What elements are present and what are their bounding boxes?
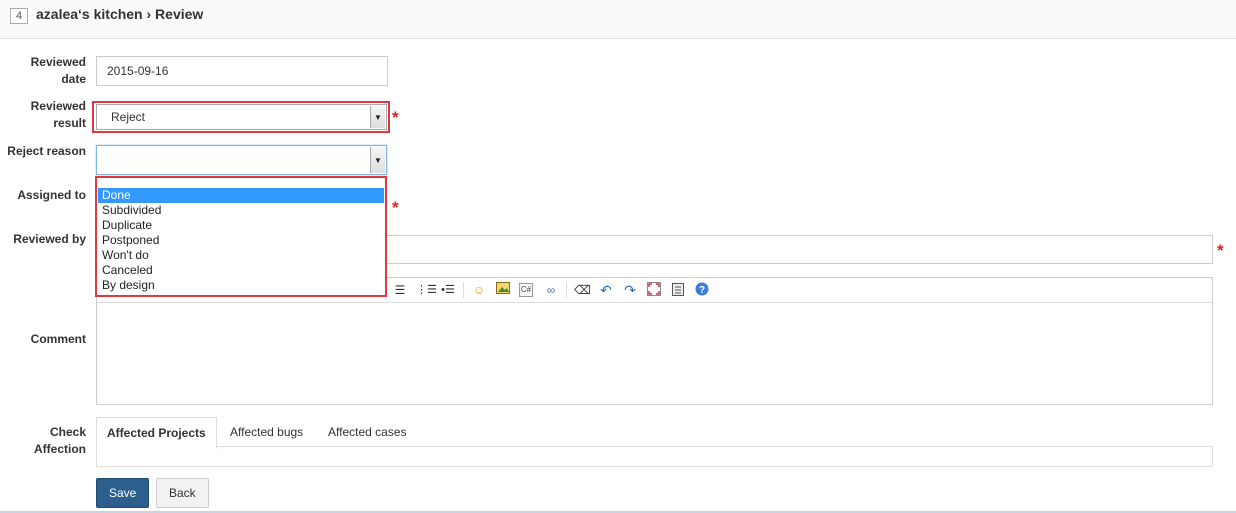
- record-id-badge: 4: [10, 8, 28, 24]
- tab-affected-cases[interactable]: Affected cases: [318, 417, 417, 447]
- assigned-to-label: Assigned to: [17, 188, 86, 202]
- paste-icon[interactable]: [670, 282, 686, 298]
- dropdown-option[interactable]: By design: [98, 278, 384, 293]
- chevron-down-icon[interactable]: ▼: [370, 147, 385, 173]
- save-button[interactable]: Save: [96, 478, 150, 508]
- eraser-icon[interactable]: ⌫: [574, 282, 591, 298]
- unordered-list-icon[interactable]: •☰: [440, 282, 456, 298]
- tab-affected-bugs[interactable]: Affected bugs: [220, 417, 313, 447]
- help-icon[interactable]: ?: [694, 282, 710, 298]
- dropdown-option[interactable]: Duplicate: [98, 218, 384, 233]
- image-icon[interactable]: [495, 282, 511, 298]
- link-icon[interactable]: ∞: [543, 282, 559, 298]
- emoticon-icon[interactable]: ☺: [471, 282, 487, 298]
- dropdown-options: Done Subdivided Duplicate Postponed Won'…: [98, 188, 384, 293]
- tab-affected-projects[interactable]: Affected Projects: [96, 417, 217, 449]
- redo-icon[interactable]: ↷: [622, 282, 638, 298]
- toolbar-divider: [463, 282, 464, 298]
- reviewed-result-label: Reviewed result: [30, 99, 86, 130]
- align-right-icon[interactable]: ☰: [392, 282, 408, 298]
- required-marker: *: [392, 198, 399, 217]
- fullscreen-icon[interactable]: [646, 282, 662, 298]
- dropdown-option[interactable]: Subdivided: [98, 203, 384, 218]
- page-title: azalea‘s kitchen › Review: [36, 6, 204, 22]
- svg-text:?: ?: [699, 285, 705, 296]
- affection-tab-panel: [96, 446, 1213, 467]
- dropdown-option[interactable]: Postponed: [98, 233, 384, 248]
- back-button[interactable]: Back: [156, 478, 209, 508]
- reviewed-result-value: Reject: [111, 110, 146, 124]
- reject-reason-label: Reject reason: [7, 144, 86, 158]
- check-affection-label: Check Affection: [34, 425, 86, 456]
- dropdown-option[interactable]: Done: [98, 188, 384, 203]
- toolbar-divider: [566, 282, 567, 298]
- required-marker: *: [392, 108, 399, 127]
- comment-label: Comment: [30, 332, 86, 346]
- undo-icon[interactable]: ↶: [598, 282, 614, 298]
- reviewed-date-label: Reviewed date: [30, 55, 86, 86]
- chevron-down-icon[interactable]: ▼: [370, 106, 385, 128]
- ordered-list-icon[interactable]: ⋮☰: [416, 282, 437, 298]
- reviewed-result-select[interactable]: Reject ▼: [96, 104, 387, 130]
- required-marker: *: [1217, 241, 1224, 260]
- dropdown-option[interactable]: Won't do: [98, 248, 384, 263]
- reviewed-by-label: Reviewed by: [13, 232, 86, 246]
- dropdown-option[interactable]: Canceled: [98, 263, 384, 278]
- reject-reason-select[interactable]: ▼: [96, 145, 387, 175]
- code-icon[interactable]: C#: [519, 283, 533, 297]
- reviewed-date-input[interactable]: 2015-09-16: [96, 56, 388, 86]
